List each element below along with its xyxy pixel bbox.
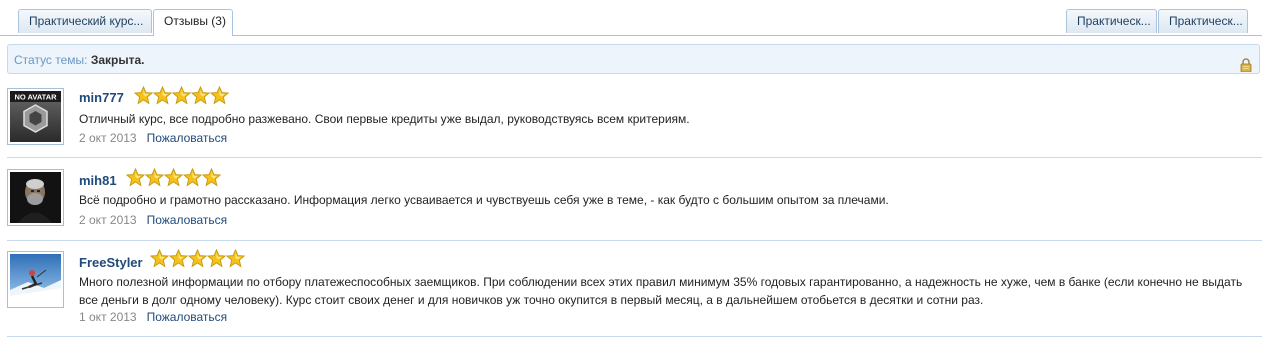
review-item: mih81 Всё подробно и грамотно рассказано… — [7, 158, 1262, 241]
report-link[interactable]: Пожаловаться — [147, 213, 228, 227]
review-meta: 2 окт 2013 Пожаловаться — [79, 131, 227, 145]
star-icon — [145, 168, 164, 187]
star-icon — [169, 249, 188, 268]
user-photo — [10, 254, 61, 305]
review-text: Всё подробно и грамотно рассказано. Инфо… — [79, 193, 889, 207]
star-icon — [191, 86, 210, 105]
status-label: Статус темы: — [14, 53, 88, 67]
star-icon — [202, 168, 221, 187]
avatar[interactable] — [7, 251, 64, 308]
review-author[interactable]: min777 — [79, 90, 124, 105]
star-icon — [164, 168, 183, 187]
review-date: 2 окт 2013 — [79, 131, 137, 145]
review-item: FreeStyler Много полезной информации по … — [7, 241, 1262, 337]
rating-stars — [134, 86, 229, 106]
review-meta: 1 окт 2013 Пожаловаться — [79, 310, 227, 324]
report-link[interactable]: Пожаловаться — [147, 131, 228, 145]
star-icon — [226, 249, 245, 268]
review-date: 1 окт 2013 — [79, 310, 137, 324]
user-photo — [10, 172, 61, 223]
star-icon — [188, 249, 207, 268]
lock-icon — [1239, 53, 1253, 73]
review-item: NO AVATAR min777 Отличный курс, все подр… — [7, 82, 1262, 158]
tab-course-3[interactable]: Практическ... — [1158, 9, 1248, 33]
review-author[interactable]: FreeStyler — [79, 255, 143, 270]
rating-stars — [126, 168, 221, 188]
review-text: Много полезной информации по отбору плат… — [79, 275, 1243, 307]
review-date: 2 окт 2013 — [79, 213, 137, 227]
tab-course[interactable]: Практический курс... — [18, 9, 152, 33]
tab-reviews[interactable]: Отзывы (3) — [153, 9, 233, 36]
tab-course-2[interactable]: Практическ... — [1066, 9, 1157, 33]
star-icon — [172, 86, 191, 105]
star-icon — [126, 168, 145, 187]
no-avatar-text: NO AVATAR — [14, 93, 57, 102]
star-icon — [134, 86, 153, 105]
star-icon — [207, 249, 226, 268]
topic-status-bar: Статус темы: Закрыта. — [7, 44, 1260, 74]
avatar[interactable]: NO AVATAR — [7, 88, 64, 145]
avatar[interactable] — [7, 169, 64, 226]
no-avatar-image: NO AVATAR — [10, 91, 61, 142]
report-link[interactable]: Пожаловаться — [147, 310, 228, 324]
review-meta: 2 окт 2013 Пожаловаться — [79, 213, 227, 227]
rating-stars — [150, 249, 245, 269]
star-icon — [150, 249, 169, 268]
star-icon — [183, 168, 202, 187]
star-icon — [210, 86, 229, 105]
review-text: Отличный курс, все подробно разжевано. С… — [79, 112, 690, 126]
status-value: Закрыта. — [90, 53, 145, 67]
star-icon — [153, 86, 172, 105]
review-author[interactable]: mih81 — [79, 173, 117, 188]
tab-bar: Практический курс... Отзывы (3) Практиче… — [0, 0, 1262, 36]
